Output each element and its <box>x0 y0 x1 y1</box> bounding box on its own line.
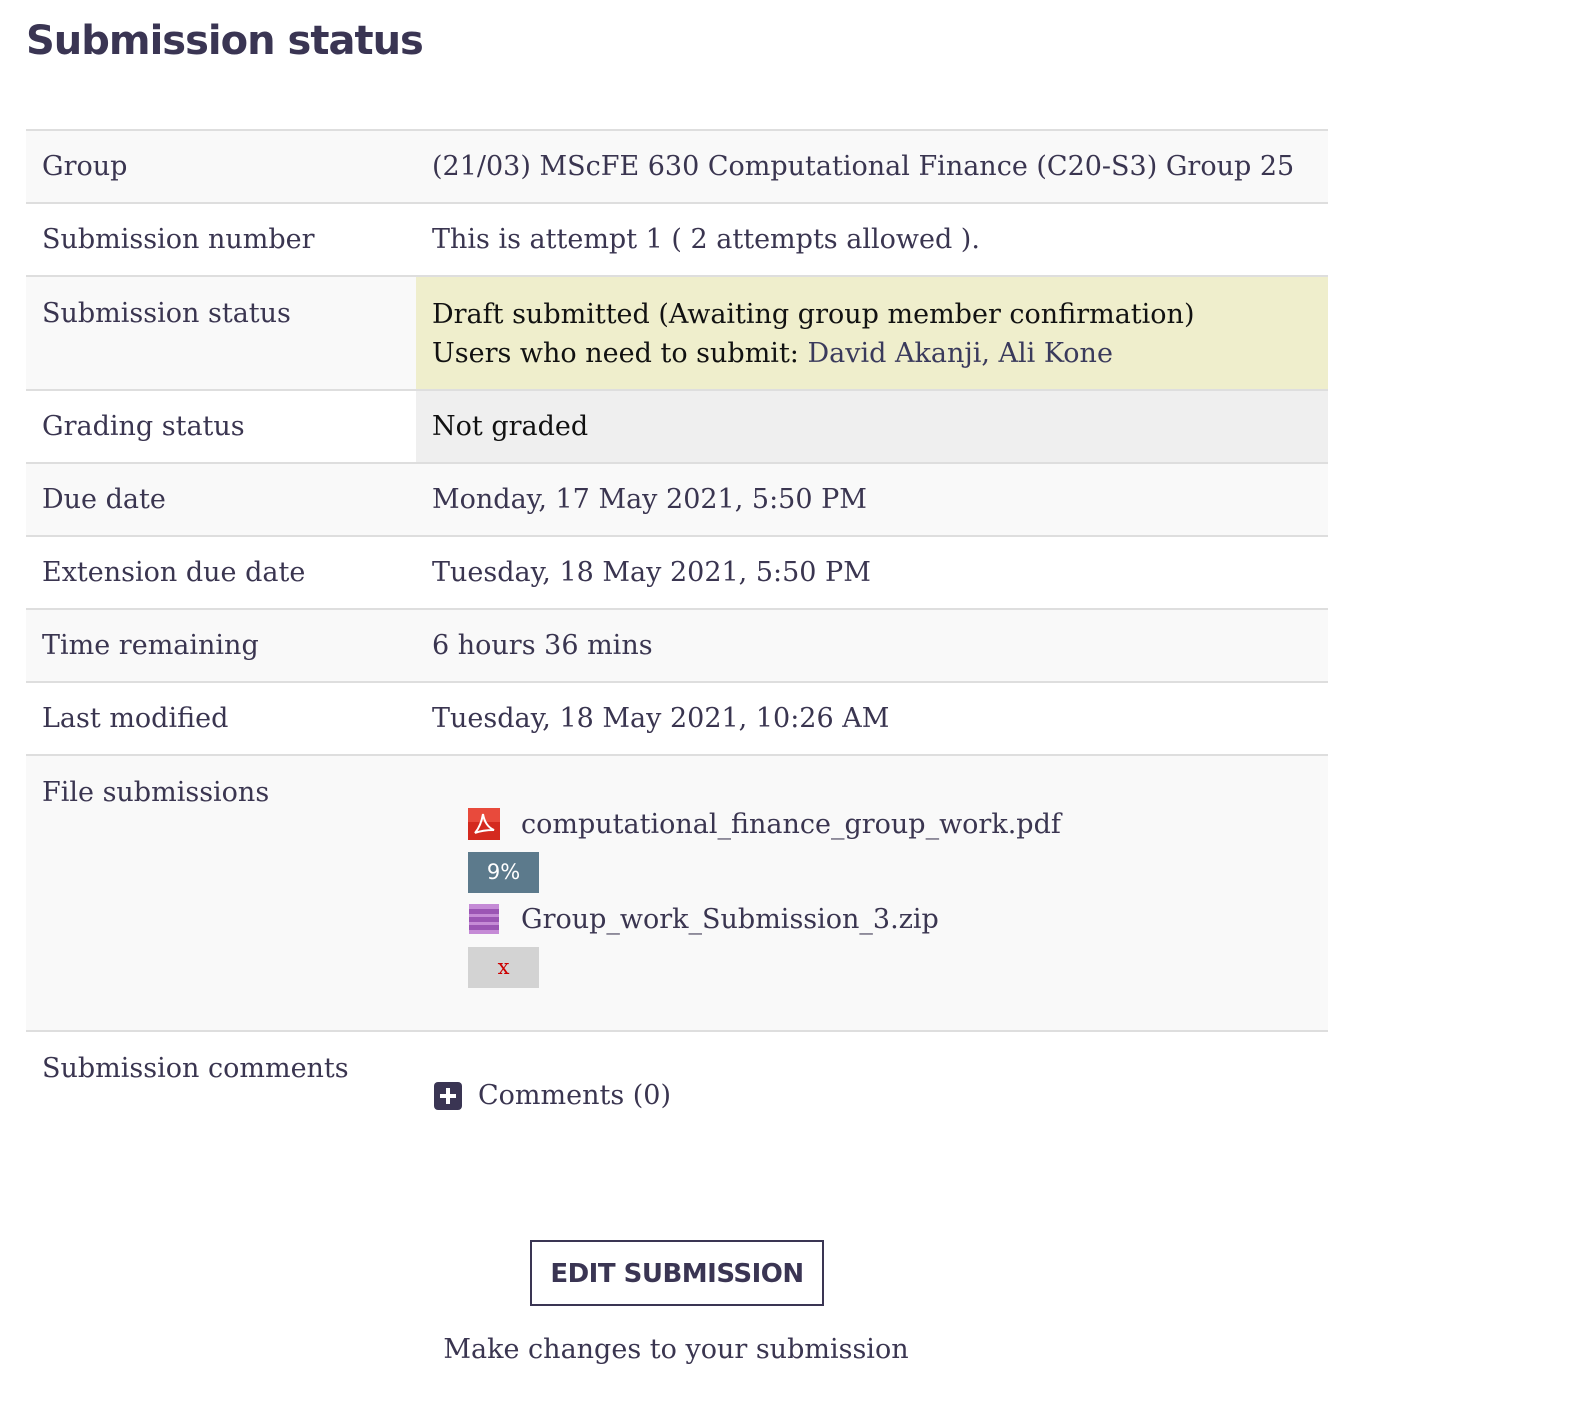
table-row-file-submissions: File submissions computational_finance_g… <box>26 754 1328 1031</box>
table-row-submission-status: Submission status Draft submitted (Await… <box>26 275 1328 390</box>
file-item: computational_finance_group_work.pdf <box>468 804 1328 844</box>
users-to-submit: Users who need to submit: David Akanji, … <box>432 338 1113 369</box>
users-list: David Akanji, Ali Kone <box>807 338 1113 369</box>
time-remaining-value: 6 hours 36 mins <box>432 630 653 661</box>
comments-toggle[interactable]: Comments (0) <box>434 1080 671 1111</box>
row-value: Tuesday, 18 May 2021, 5:50 PM <box>416 535 1328 609</box>
comments-link[interactable]: Comments (0) <box>478 1080 671 1111</box>
table-row-group: Group (21/03) MScFE 630 Computational Fi… <box>26 129 1328 203</box>
pdf-icon <box>468 808 500 840</box>
row-label: Last modified <box>26 681 416 755</box>
due-date-value: Monday, 17 May 2021, 5:50 PM <box>432 484 867 515</box>
row-label: Time remaining <box>26 608 416 682</box>
grading-status-value: Not graded <box>416 389 1328 463</box>
plus-square-icon[interactable] <box>434 1081 462 1110</box>
row-value: Tuesday, 18 May 2021, 10:26 AM <box>416 681 1328 755</box>
table-row-submission-comments: Submission comments Comments (0) <box>26 1030 1328 1220</box>
table-row-time-remaining: Time remaining 6 hours 36 mins <box>26 608 1328 682</box>
row-value: (21/03) MScFE 630 Computational Finance … <box>416 129 1328 203</box>
submission-status-value: Draft submitted (Awaiting group member c… <box>416 275 1328 390</box>
file-link[interactable]: computational_finance_group_work.pdf <box>521 809 1061 840</box>
edit-submission-help: Make changes to your submission <box>443 1334 909 1365</box>
row-label: Submission number <box>26 202 416 276</box>
table-row-extension-due-date: Extension due date Tuesday, 18 May 2021,… <box>26 535 1328 609</box>
row-label: File submissions <box>26 754 416 1031</box>
extension-due-date-value: Tuesday, 18 May 2021, 5:50 PM <box>432 557 871 588</box>
row-label: Extension due date <box>26 535 416 609</box>
file-link[interactable]: Group_work_Submission_3.zip <box>521 904 939 935</box>
row-label: Due date <box>26 462 416 536</box>
row-value: This is attempt 1 ( 2 attempts allowed )… <box>416 202 1328 276</box>
status-text: Draft submitted (Awaiting group member c… <box>432 299 1195 330</box>
table-row-due-date: Due date Monday, 17 May 2021, 5:50 PM <box>26 462 1328 536</box>
row-value: 6 hours 36 mins <box>416 608 1328 682</box>
row-value: Monday, 17 May 2021, 5:50 PM <box>416 462 1328 536</box>
plagiarism-error-badge[interactable]: x <box>468 947 539 988</box>
last-modified-value: Tuesday, 18 May 2021, 10:26 AM <box>432 703 890 734</box>
edit-submission-button[interactable]: EDIT SUBMISSION <box>530 1240 824 1306</box>
row-label: Grading status <box>26 389 416 463</box>
page-title: Submission status <box>26 18 424 64</box>
row-label: Submission status <box>26 275 416 390</box>
attempt-value: This is attempt 1 ( 2 attempts allowed )… <box>432 224 980 255</box>
submission-comments-value: Comments (0) <box>416 1030 1328 1220</box>
row-label: Group <box>26 129 416 203</box>
row-label: Submission comments <box>26 1030 416 1220</box>
file-submissions-value: computational_finance_group_work.pdf 9% … <box>416 754 1328 1031</box>
table-row-submission-number: Submission number This is attempt 1 ( 2 … <box>26 202 1328 276</box>
table-row-last-modified: Last modified Tuesday, 18 May 2021, 10:2… <box>26 681 1328 755</box>
submission-status-table: Group (21/03) MScFE 630 Computational Fi… <box>26 129 1328 1220</box>
group-value: (21/03) MScFE 630 Computational Finance … <box>432 151 1295 182</box>
plagiarism-score-badge[interactable]: 9% <box>468 852 539 893</box>
table-row-grading-status: Grading status Not graded <box>26 389 1328 463</box>
file-item: Group_work_Submission_3.zip <box>468 899 1328 939</box>
archive-icon <box>468 903 500 935</box>
